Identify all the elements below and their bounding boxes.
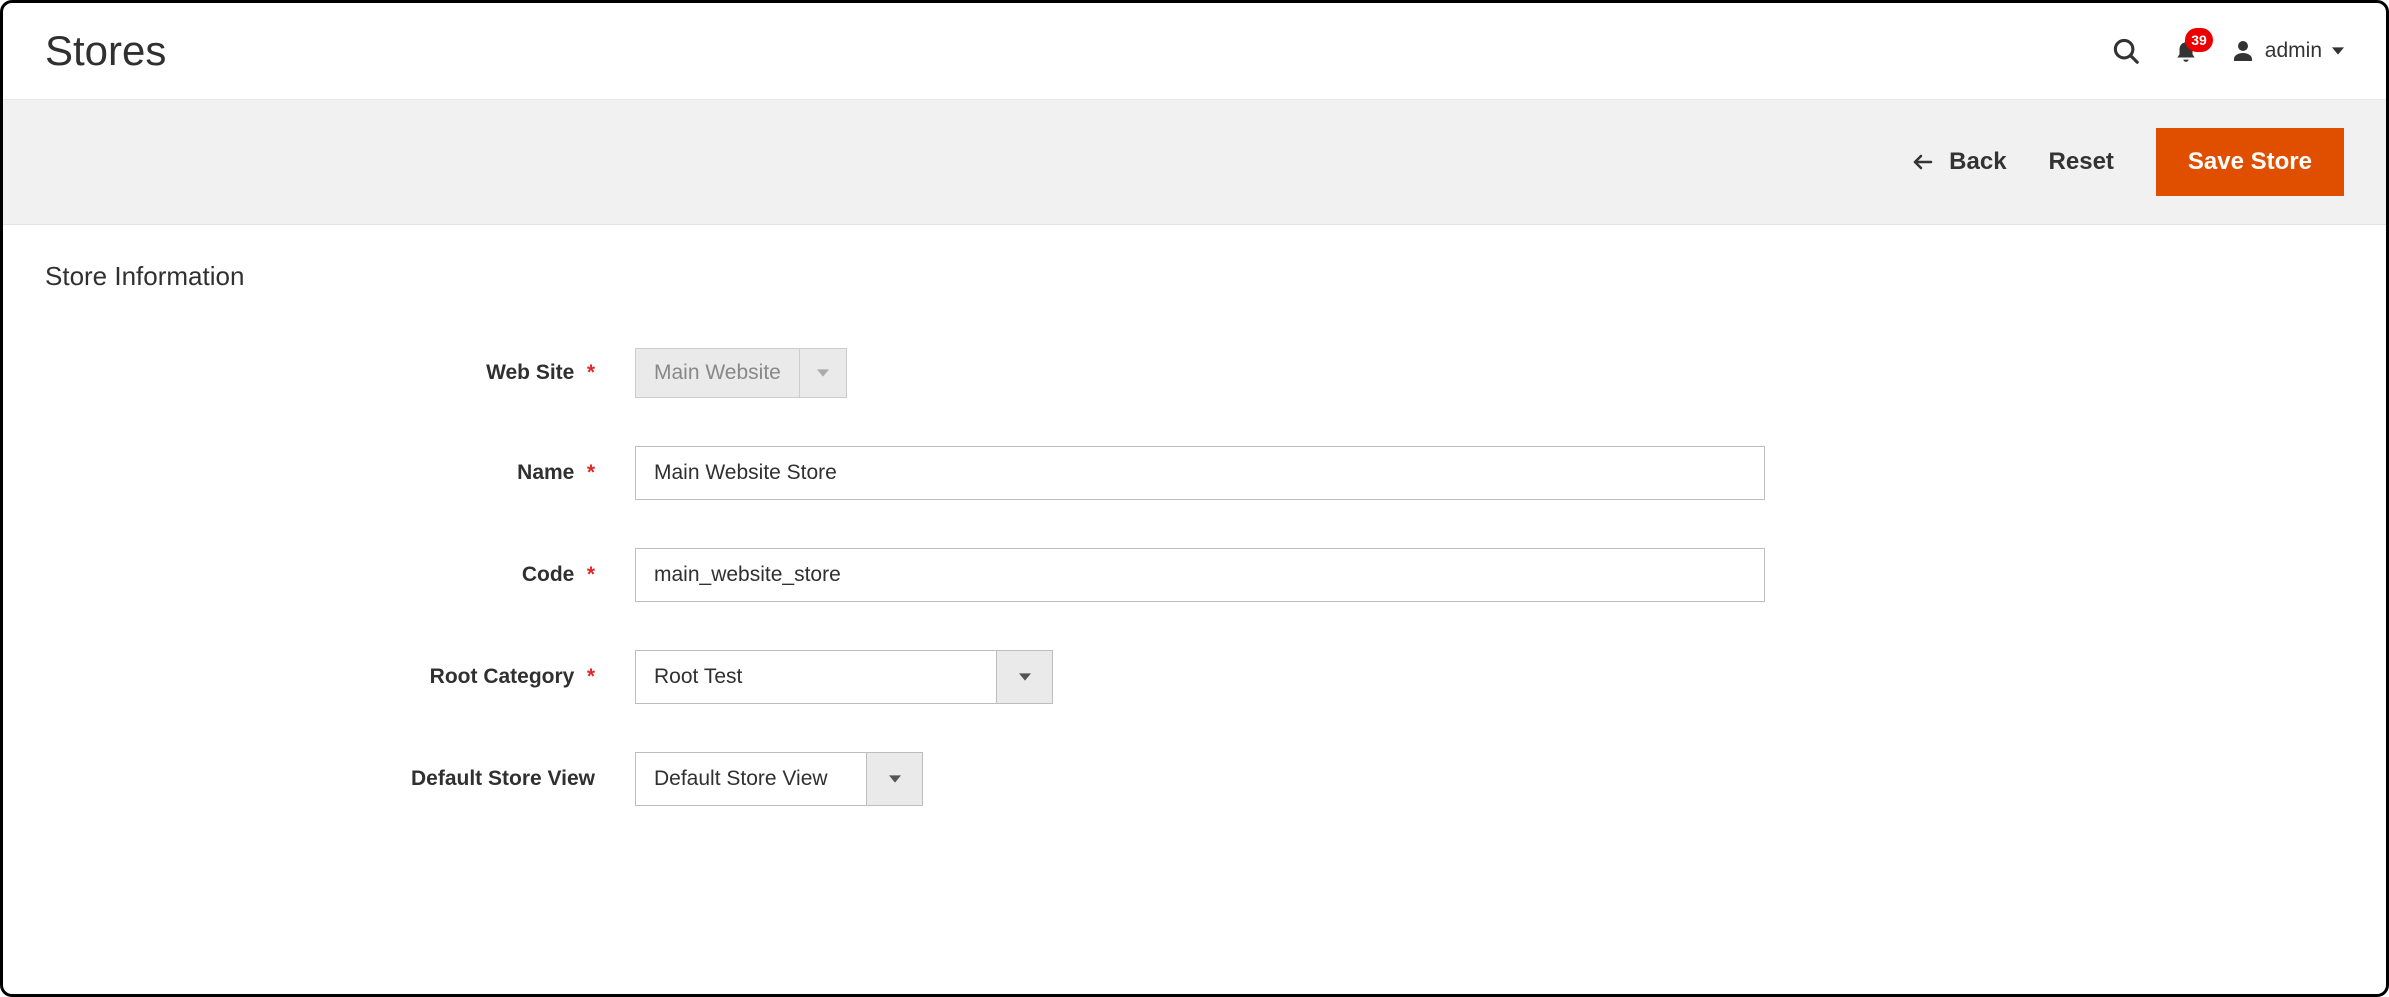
app-frame: Stores 39 admin (0, 0, 2389, 997)
section-title: Store Information (45, 261, 2344, 292)
website-select: Main Website (635, 348, 847, 398)
default-store-view-row: Default Store View Default Store View (45, 752, 2344, 806)
root-category-label: Root Category (430, 665, 575, 688)
code-label: Code (522, 563, 575, 586)
back-label: Back (1949, 148, 2006, 176)
default-store-view-value: Default Store View (636, 753, 866, 805)
root-category-select[interactable]: Root Test (635, 650, 1053, 704)
reset-button[interactable]: Reset (2049, 148, 2114, 176)
arrow-left-icon (1911, 150, 1935, 174)
caret-down-icon (2332, 45, 2344, 57)
name-input[interactable] (635, 446, 1765, 500)
required-indicator: * (587, 665, 595, 688)
caret-down-icon (866, 753, 922, 805)
default-store-view-label: Default Store View (411, 767, 595, 790)
action-bar: Back Reset Save Store (3, 99, 2386, 225)
code-input[interactable] (635, 548, 1765, 602)
website-row: Web Site * Main Website (45, 348, 2344, 398)
default-store-view-select[interactable]: Default Store View (635, 752, 923, 806)
caret-down-icon (996, 651, 1052, 703)
website-select-value: Main Website (636, 349, 800, 397)
save-store-button[interactable]: Save Store (2156, 128, 2344, 196)
store-information-section: Store Information Web Site * Main Websit… (3, 225, 2386, 914)
page-header: Stores 39 admin (3, 3, 2386, 99)
root-category-value: Root Test (636, 651, 996, 703)
required-indicator: * (587, 563, 595, 586)
required-indicator: * (587, 461, 595, 484)
page-title: Stores (45, 27, 166, 75)
name-row: Name * (45, 446, 2344, 500)
name-label: Name (517, 461, 574, 484)
root-category-row: Root Category * Root Test (45, 650, 2344, 704)
notification-badge: 39 (2185, 28, 2213, 52)
search-icon[interactable] (2111, 36, 2141, 66)
back-button[interactable]: Back (1911, 148, 2006, 176)
top-actions: 39 admin (2111, 36, 2344, 66)
admin-name: admin (2265, 39, 2322, 63)
caret-down-icon (800, 349, 846, 397)
code-row: Code * (45, 548, 2344, 602)
user-icon (2231, 39, 2255, 63)
required-indicator: * (587, 361, 595, 384)
website-label: Web Site (486, 361, 574, 384)
admin-account-menu[interactable]: admin (2231, 39, 2344, 63)
notifications-button[interactable]: 39 (2173, 38, 2199, 64)
